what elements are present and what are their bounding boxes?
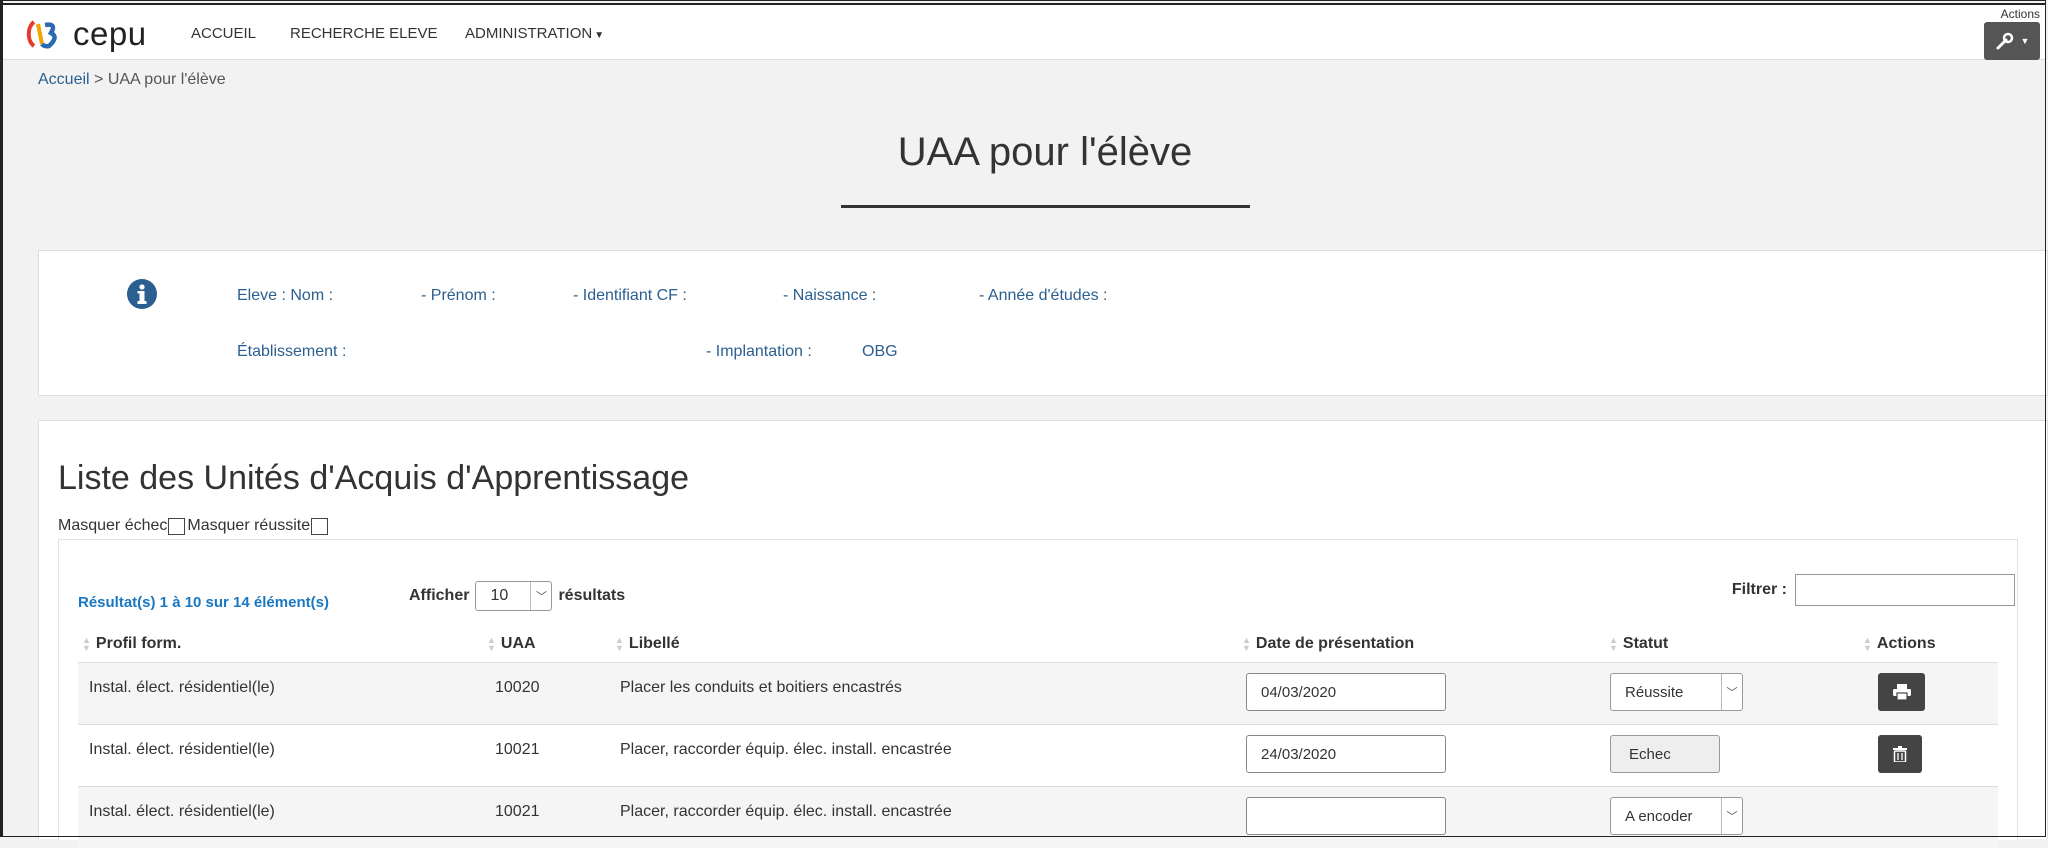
table-row: Instal. élect. résidentiel(le) 10021 Pla…: [78, 724, 1998, 786]
column-header-statut[interactable]: ▲ ▼ Statut: [1609, 635, 1668, 653]
nav-administration-label: ADMINISTRATION: [465, 25, 593, 42]
date-input[interactable]: 24/03/2020: [1246, 735, 1446, 773]
chevron-down-icon: ﹀: [1721, 674, 1742, 710]
info-eleve-nom: Eleve : Nom :: [237, 287, 334, 304]
uaa-list-panel: Liste des Unités d'Acquis d'Apprentissag…: [38, 420, 2048, 848]
sort-icon: ▲ ▼: [1609, 635, 1618, 653]
date-input[interactable]: 04/03/2020: [1246, 673, 1446, 711]
sort-icon: ▲ ▼: [1242, 635, 1251, 653]
filter-control: Filtrer :: [1732, 574, 2015, 606]
sort-icon: ▲ ▼: [487, 635, 496, 653]
breadcrumb-home-link[interactable]: Accueil: [38, 71, 90, 88]
column-header-date[interactable]: ▲ ▼ Date de présentation: [1242, 635, 1414, 653]
info-implantation-value: OBG: [862, 343, 898, 360]
info-etablissement: Établissement :: [237, 343, 347, 360]
column-header-uaa[interactable]: ▲ ▼ UAA: [487, 635, 536, 653]
info-prenom: - Prénom :: [421, 287, 496, 304]
navbar: cepu ACCUEIL RECHERCHE ELEVE ADMINISTRAT…: [3, 3, 2046, 60]
title-underline: [841, 205, 1250, 208]
print-button[interactable]: [1878, 673, 1925, 711]
filter-toggles: Masquer échec Masquer réussite: [58, 517, 330, 535]
status-readonly: Echec: [1610, 735, 1720, 773]
delete-button[interactable]: [1878, 735, 1922, 773]
page-title: UAA pour l'élève: [897, 130, 1193, 174]
sort-icon: ▲ ▼: [615, 635, 624, 653]
result-count: Résultat(s) 1 à 10 sur 14 élément(s): [78, 594, 329, 611]
info-identifiant: - Identifiant CF :: [573, 287, 687, 304]
brand-name: cepu: [73, 15, 147, 52]
nav-accueil[interactable]: ACCUEIL: [191, 25, 256, 42]
info-icon: [127, 279, 157, 309]
hide-success-label: Masquer réussite: [187, 517, 311, 534]
cell-libelle: Placer les conduits et boitiers encastré…: [620, 679, 902, 696]
date-input[interactable]: [1246, 797, 1446, 835]
results-label: résultats: [558, 587, 626, 604]
table-row: Instal. élect. résidentiel(le) 10020 Pla…: [78, 662, 1998, 724]
breadcrumb-current: UAA pour l'élève: [107, 71, 226, 88]
status-select[interactable]: A encoder ﹀: [1610, 797, 1743, 835]
column-header-actions[interactable]: ▲ ▼ Actions: [1863, 635, 1936, 653]
page-size-select[interactable]: 10 ﹀: [475, 581, 553, 611]
column-header-label: Actions: [1876, 635, 1936, 652]
page-size-value: 10: [490, 587, 509, 604]
info-naissance: - Naissance :: [783, 287, 877, 304]
status-value: A encoder: [1625, 807, 1693, 825]
uaa-table: Résultat(s) 1 à 10 sur 14 élément(s) Aff…: [58, 539, 2018, 848]
cell-uaa: 10021: [495, 741, 540, 758]
filter-input[interactable]: [1795, 574, 2015, 606]
brand-logo-icon: [26, 20, 57, 49]
caret-down-icon: ▼: [2020, 36, 2030, 46]
print-icon: [1892, 684, 1911, 700]
column-header-label: Statut: [1622, 635, 1669, 652]
cell-profil: Instal. élect. résidentiel(le): [89, 803, 275, 820]
actions-caption: Actions: [2000, 7, 2040, 21]
page-size-control: Afficher 10 ﹀ résultats: [409, 581, 625, 611]
nav-administration[interactable]: ADMINISTRATION ▼: [465, 25, 604, 42]
hide-fail-label: Masquer échec: [58, 517, 168, 534]
cell-profil: Instal. élect. résidentiel(le): [89, 679, 275, 696]
caret-down-icon: ▼: [594, 30, 605, 41]
column-header-label: Libellé: [628, 635, 680, 652]
list-title: Liste des Unités d'Acquis d'Apprentissag…: [58, 459, 690, 497]
column-header-label: Date de présentation: [1255, 635, 1415, 652]
breadcrumb-separator: >: [94, 71, 104, 88]
actions-menu-button[interactable]: ▼: [1984, 22, 2040, 60]
column-header-label: UAA: [500, 635, 536, 652]
breadcrumb: Accueil > UAA pour l'élève: [38, 71, 226, 89]
cell-profil: Instal. élect. résidentiel(le): [89, 741, 275, 758]
nav-recherche-eleve[interactable]: RECHERCHE ELEVE: [290, 25, 438, 42]
cell-uaa: 10020: [495, 679, 540, 696]
chevron-down-icon: ﹀: [530, 582, 551, 610]
sort-icon: ▲ ▼: [1863, 635, 1872, 653]
hide-success-checkbox[interactable]: [311, 517, 329, 535]
trash-icon: [1893, 746, 1907, 762]
info-annee-etudes: - Année d'études :: [979, 287, 1108, 304]
student-info-panel: Eleve : Nom : - Prénom : - Identifiant C…: [38, 250, 2048, 396]
column-header-label: Profil form.: [95, 635, 182, 652]
cepu-logo[interactable]: cepu: [25, 15, 147, 53]
cell-uaa: 10021: [495, 803, 540, 820]
column-header-profil[interactable]: ▲ ▼ Profil form.: [82, 635, 181, 653]
show-label: Afficher: [409, 587, 470, 604]
status-select[interactable]: Réussite ﹀: [1610, 673, 1743, 711]
hide-fail-checkbox[interactable]: [168, 517, 186, 535]
cell-libelle: Placer, raccorder équip. élec. install. …: [620, 803, 952, 820]
filter-label: Filtrer :: [1731, 581, 1787, 598]
column-header-libelle[interactable]: ▲ ▼ Libellé: [615, 635, 680, 653]
chevron-down-icon: ﹀: [1721, 798, 1742, 834]
sort-icon: ▲ ▼: [82, 635, 91, 653]
info-implantation: - Implantation :: [706, 343, 812, 360]
status-value: Réussite: [1625, 683, 1684, 701]
wrench-icon: [1996, 32, 2013, 50]
cell-libelle: Placer, raccorder équip. élec. install. …: [620, 741, 952, 758]
